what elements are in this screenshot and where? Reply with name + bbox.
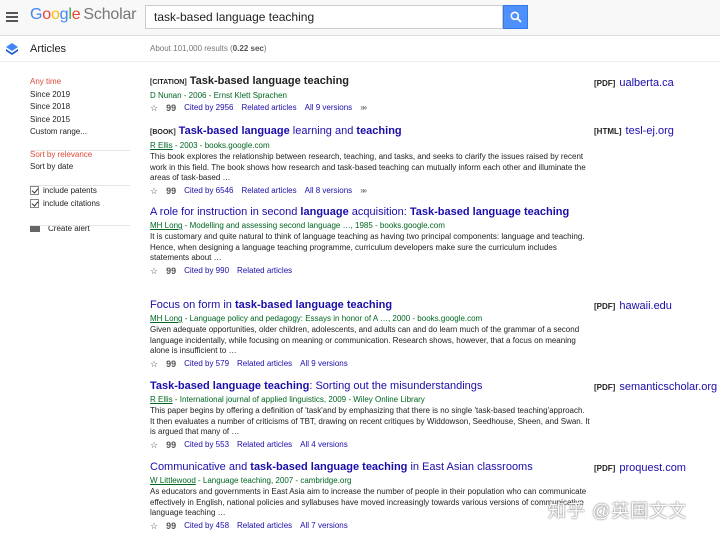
- filter-any-time[interactable]: Any time: [30, 76, 140, 89]
- cited-by-link[interactable]: Cited by 579: [184, 358, 229, 370]
- result-item: [CITATION] Task-based language teaching D…: [150, 75, 590, 114]
- save-star-icon[interactable]: ☆: [150, 102, 158, 114]
- filter-since-2018[interactable]: Since 2018: [30, 101, 140, 114]
- save-star-icon[interactable]: ☆: [150, 520, 158, 532]
- search-button[interactable]: [503, 5, 528, 29]
- result-snippet: This paper begins by offering a definiti…: [150, 406, 590, 436]
- save-star-icon[interactable]: ☆: [150, 265, 158, 277]
- result-item: Task-based language teaching: Sorting ou…: [150, 380, 590, 451]
- divider: [30, 185, 130, 186]
- related-articles-link[interactable]: Related articles: [237, 520, 292, 532]
- cited-by-link[interactable]: Cited by 458: [184, 520, 229, 532]
- cited-by-link[interactable]: Cited by 6546: [184, 185, 233, 197]
- sort-by-date[interactable]: Sort by date: [30, 161, 140, 174]
- hamburger-menu-icon[interactable]: [6, 12, 18, 22]
- articles-icon: [6, 43, 18, 55]
- checkbox-checked-icon: [30, 198, 39, 208]
- filter-since-2015[interactable]: Since 2015: [30, 114, 140, 127]
- cited-by-link[interactable]: Cited by 990: [184, 265, 229, 277]
- articles-section-label[interactable]: Articles: [30, 43, 66, 55]
- result-title[interactable]: A role for instruction in second languag…: [150, 206, 590, 219]
- cite-quote-icon[interactable]: 99: [166, 358, 176, 370]
- result-title[interactable]: [BOOK] Task-based language learning and t…: [150, 125, 590, 139]
- result-item: [BOOK] Task-based language learning and t…: [150, 125, 590, 197]
- save-star-icon[interactable]: ☆: [150, 358, 158, 370]
- result-item: Communicative and task-based language te…: [150, 461, 590, 532]
- cited-by-link[interactable]: Cited by 2956: [184, 102, 233, 114]
- result-snippet: It is customary and quite natural to thi…: [150, 232, 585, 262]
- search-input[interactable]: task-based language teaching: [145, 5, 503, 29]
- cite-quote-icon[interactable]: 99: [166, 439, 176, 451]
- all-versions-link[interactable]: All 4 versions: [300, 439, 348, 451]
- related-articles-link[interactable]: Related articles: [241, 185, 296, 197]
- result-meta: R Ellis - 2003 - books.google.com: [150, 141, 270, 150]
- author-link[interactable]: R Ellis: [150, 141, 173, 150]
- result-actions: ☆ 99 Cited by 458 Related articles All 7…: [150, 520, 590, 532]
- subheader: Articles About 101,000 results (0.22 sec…: [0, 36, 720, 62]
- cite-quote-icon[interactable]: 99: [166, 265, 176, 277]
- result-snippet: As educators and governments in East Asi…: [150, 487, 587, 517]
- result-title[interactable]: Focus on form in task-based language tea…: [150, 299, 590, 312]
- result-meta: MH Long - Modelling and assessing second…: [150, 221, 445, 230]
- filter-custom-range[interactable]: Custom range...: [30, 126, 140, 139]
- divider: [30, 150, 130, 151]
- checkbox-checked-icon: [30, 185, 39, 195]
- result-snippet: This book explores the relationship betw…: [150, 152, 586, 182]
- result-actions: ☆ 99 Cited by 553 Related articles All 4…: [150, 439, 590, 451]
- result-actions: ☆ 99 Cited by 2956 Related articles All …: [150, 102, 590, 114]
- all-versions-link[interactable]: All 9 versions: [300, 358, 348, 370]
- top-bar: Google Scholar task-based language teachi…: [0, 0, 720, 36]
- result-meta: W Littlewood - Language teaching, 2007 -…: [150, 476, 352, 485]
- author-link[interactable]: W Littlewood: [150, 476, 196, 485]
- pdf-source-link[interactable]: [PDF] ualberta.ca: [594, 77, 674, 89]
- save-star-icon[interactable]: ☆: [150, 439, 158, 451]
- all-versions-link[interactable]: All 9 versions: [305, 102, 353, 114]
- author-link[interactable]: MH Long: [150, 314, 182, 323]
- result-snippet: Given adequate opportunities, older chil…: [150, 325, 580, 355]
- result-actions: ☆ 99 Cited by 579 Related articles All 9…: [150, 358, 590, 370]
- related-articles-link[interactable]: Related articles: [237, 439, 292, 451]
- cited-by-link[interactable]: Cited by 553: [184, 439, 229, 451]
- cite-quote-icon[interactable]: 99: [166, 520, 176, 532]
- result-meta: D Nunan - 2006 - Ernst Klett Sprachen: [150, 91, 287, 100]
- more-chevron-icon[interactable]: »»: [360, 102, 367, 114]
- related-articles-link[interactable]: Related articles: [237, 265, 292, 277]
- html-source-link[interactable]: [HTML] tesl-ej.org: [594, 125, 674, 137]
- all-versions-link[interactable]: All 8 versions: [305, 185, 353, 197]
- filter-sidebar: Any time Since 2019 Since 2018 Since 201…: [30, 76, 140, 233]
- watermark: 知乎 @英国文文: [548, 501, 688, 521]
- pdf-source-link[interactable]: [PDF] semanticscholar.org: [594, 381, 717, 393]
- result-item: Focus on form in task-based language tea…: [150, 299, 590, 370]
- filter-since-2019[interactable]: Since 2019: [30, 89, 140, 102]
- divider: [30, 225, 130, 226]
- result-count: About 101,000 results (0.22 sec): [150, 44, 267, 53]
- author-link[interactable]: MH Long: [150, 221, 182, 230]
- google-scholar-logo[interactable]: Google Scholar: [30, 6, 136, 24]
- result-title[interactable]: [CITATION] Task-based language teaching: [150, 75, 590, 89]
- pdf-source-link[interactable]: [PDF] hawaii.edu: [594, 300, 672, 312]
- include-citations-checkbox[interactable]: include citations: [30, 197, 140, 210]
- result-meta: R Ellis - International journal of appli…: [150, 395, 425, 404]
- search-icon: [510, 11, 522, 23]
- author-link[interactable]: R Ellis: [150, 395, 173, 404]
- result-meta: MH Long - Language policy and pedagogy: …: [150, 314, 483, 323]
- cite-quote-icon[interactable]: 99: [166, 102, 176, 114]
- related-articles-link[interactable]: Related articles: [237, 358, 292, 370]
- pdf-source-link[interactable]: [PDF] proquest.com: [594, 462, 686, 474]
- all-versions-link[interactable]: All 7 versions: [300, 520, 348, 532]
- result-item: A role for instruction in second languag…: [150, 206, 590, 277]
- result-actions: ☆ 99 Cited by 6546 Related articles All …: [150, 185, 590, 197]
- result-title[interactable]: Task-based language teaching: Sorting ou…: [150, 380, 590, 393]
- related-articles-link[interactable]: Related articles: [241, 102, 296, 114]
- result-title[interactable]: Communicative and task-based language te…: [150, 461, 590, 474]
- more-chevron-icon[interactable]: »»: [360, 185, 367, 197]
- result-actions: ☆ 99 Cited by 990 Related articles: [150, 265, 590, 277]
- save-star-icon[interactable]: ☆: [150, 185, 158, 197]
- cite-quote-icon[interactable]: 99: [166, 185, 176, 197]
